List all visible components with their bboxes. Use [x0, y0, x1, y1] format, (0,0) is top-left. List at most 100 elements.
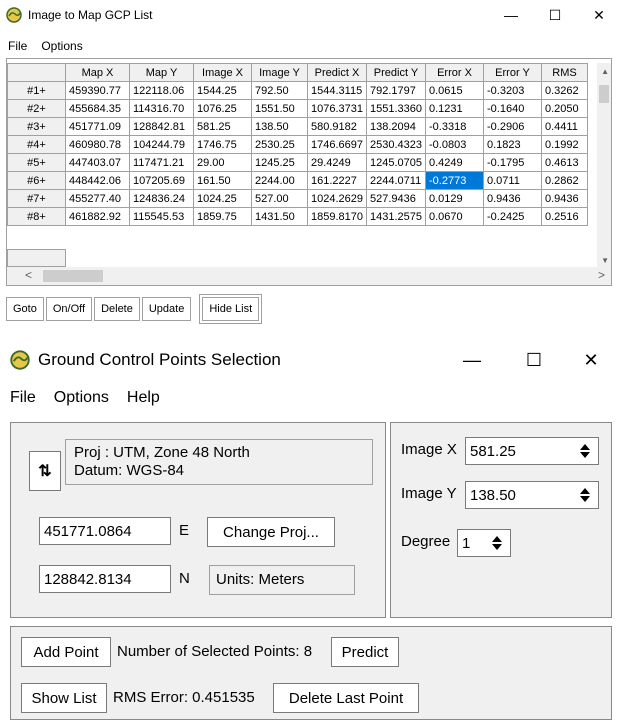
table-cell[interactable]: 1551.3360: [366, 99, 426, 118]
row-header[interactable]: #5+: [7, 153, 66, 172]
vertical-scroll-thumb[interactable]: [599, 85, 609, 103]
table-cell[interactable]: 1431.2575: [366, 207, 426, 226]
row-header[interactable]: #6+: [7, 171, 66, 190]
table-cell[interactable]: 0.4411: [541, 117, 588, 136]
table-cell[interactable]: 0.0711: [483, 171, 542, 190]
table-cell[interactable]: 0.2862: [541, 171, 588, 190]
table-cell[interactable]: 0.9436: [541, 189, 588, 208]
minimize-button[interactable]: —: [447, 340, 497, 380]
table-cell[interactable]: -0.1640: [483, 99, 542, 118]
predict-button[interactable]: Predict: [331, 637, 399, 667]
table-cell[interactable]: 0.1823: [483, 135, 542, 154]
table-cell[interactable]: 138.50: [251, 117, 308, 136]
table-cell[interactable]: 124836.24: [129, 189, 194, 208]
table-cell[interactable]: 448442.06: [65, 171, 130, 190]
row-header[interactable]: #2+: [7, 99, 66, 118]
table-row[interactable]: #4+ 460980.78 104244.79 1746.75 2530.25 1746.…: [7, 135, 588, 154]
table-cell[interactable]: -0.2425: [483, 207, 542, 226]
table-cell[interactable]: 527.00: [251, 189, 308, 208]
table-cell[interactable]: 447403.07: [65, 153, 130, 172]
table-cell[interactable]: 0.1231: [425, 99, 484, 118]
table-cell[interactable]: 29.00: [193, 153, 252, 172]
maximize-button[interactable]: ☐: [509, 340, 559, 380]
table-cell[interactable]: 1859.75: [193, 207, 252, 226]
col-header[interactable]: Map X: [65, 63, 130, 82]
row-header[interactable]: #4+: [7, 135, 66, 154]
swap-arrows-icon[interactable]: ⇅: [29, 451, 61, 491]
row-header[interactable]: #1+: [7, 81, 66, 100]
table-cell[interactable]: 455684.35: [65, 99, 130, 118]
table-cell[interactable]: 1245.25: [251, 153, 308, 172]
table-cell[interactable]: 1245.0705: [366, 153, 426, 172]
col-header[interactable]: Error Y: [483, 63, 542, 82]
table-cell[interactable]: 1076.25: [193, 99, 252, 118]
table-cell[interactable]: 1551.50: [251, 99, 308, 118]
table-cell[interactable]: 1431.50: [251, 207, 308, 226]
table-cell[interactable]: 29.4249: [307, 153, 367, 172]
table-row[interactable]: #2+ 455684.35 114316.70 1076.25 1551.50 1076.…: [7, 99, 588, 118]
table-row[interactable]: #6+ 448442.06 107205.69 161.50 2244.00 161.22…: [7, 171, 588, 190]
close-button[interactable]: ✕: [576, 0, 622, 30]
col-header[interactable]: Predict Y: [366, 63, 426, 82]
table-cell[interactable]: 451771.09: [65, 117, 130, 136]
table-cell[interactable]: 128842.81: [129, 117, 194, 136]
on-off-button[interactable]: On/Off: [45, 297, 93, 321]
table-cell[interactable]: 0.4249: [425, 153, 484, 172]
table-cell[interactable]: 527.9436: [366, 189, 426, 208]
delete-last-point-button[interactable]: Delete Last Point: [273, 683, 419, 713]
update-button[interactable]: Update: [141, 297, 192, 321]
minimize-button[interactable]: —: [488, 0, 534, 30]
scroll-left-icon[interactable]: <: [25, 268, 32, 282]
table-row[interactable]: #8+ 461882.92 115545.53 1859.75 1431.50 1859.…: [7, 207, 588, 226]
row-header[interactable]: #8+: [7, 207, 66, 226]
northing-field[interactable]: 128842.8134: [39, 565, 171, 593]
close-button[interactable]: ✕: [566, 340, 616, 380]
col-header[interactable]: Map Y: [129, 63, 194, 82]
show-list-button[interactable]: Show List: [21, 683, 107, 713]
table-cell[interactable]: 1544.25: [193, 81, 252, 100]
table-cell[interactable]: 107205.69: [129, 171, 194, 190]
table-cell[interactable]: 0.2050: [541, 99, 588, 118]
table-cell[interactable]: 459390.77: [65, 81, 130, 100]
table-cell[interactable]: 115545.53: [129, 207, 194, 226]
col-header[interactable]: Image Y: [251, 63, 308, 82]
horizontal-scrollbar[interactable]: < >: [7, 267, 611, 285]
table-row[interactable]: #7+ 455277.40 124836.24 1024.25 527.00 1024.2…: [7, 189, 588, 208]
table-cell[interactable]: 0.0129: [425, 189, 484, 208]
table-cell[interactable]: 460980.78: [65, 135, 130, 154]
table-cell[interactable]: 2244.00: [251, 171, 308, 190]
table-cell[interactable]: 0.2516: [541, 207, 588, 226]
table-cell[interactable]: 161.2227: [307, 171, 367, 190]
table-cell[interactable]: 581.25: [193, 117, 252, 136]
change-projection-button[interactable]: Change Proj...: [207, 517, 335, 547]
col-header[interactable]: Error X: [425, 63, 484, 82]
new-row-header[interactable]: [7, 249, 66, 267]
table-cell[interactable]: 114316.70: [129, 99, 194, 118]
delete-button[interactable]: Delete: [94, 297, 140, 321]
table-cell[interactable]: 580.9182: [307, 117, 367, 136]
table-cell[interactable]: -0.2773: [425, 171, 484, 190]
table-cell[interactable]: -0.0803: [425, 135, 484, 154]
table-cell[interactable]: 0.1992: [541, 135, 588, 154]
table-cell[interactable]: 117471.21: [129, 153, 194, 172]
table-cell[interactable]: 2244.0711: [366, 171, 426, 190]
table-cell[interactable]: -0.3203: [483, 81, 542, 100]
table-cell[interactable]: 138.2094: [366, 117, 426, 136]
table-cell[interactable]: 0.9436: [483, 189, 542, 208]
table-cell[interactable]: 1024.2629: [307, 189, 367, 208]
table-row[interactable]: #1+ 459390.77 122118.06 1544.25 792.50 1544.3…: [7, 81, 588, 100]
vertical-scrollbar[interactable]: ▲ ▼: [597, 63, 611, 267]
goto-button[interactable]: Goto: [6, 297, 44, 321]
scroll-down-icon[interactable]: ▼: [601, 256, 609, 265]
table-cell[interactable]: -0.1795: [483, 153, 542, 172]
table-cell[interactable]: 0.0615: [425, 81, 484, 100]
table-cell[interactable]: 2530.4323: [366, 135, 426, 154]
scroll-up-icon[interactable]: ▲: [601, 67, 609, 76]
table-cell[interactable]: -0.2906: [483, 117, 542, 136]
table-cell[interactable]: 0.4613: [541, 153, 588, 172]
table-cell[interactable]: 1746.6697: [307, 135, 367, 154]
col-header[interactable]: Image X: [193, 63, 252, 82]
image-y-field[interactable]: 138.50: [465, 481, 599, 509]
maximize-button[interactable]: ☐: [532, 0, 578, 30]
table-cell[interactable]: 455277.40: [65, 189, 130, 208]
